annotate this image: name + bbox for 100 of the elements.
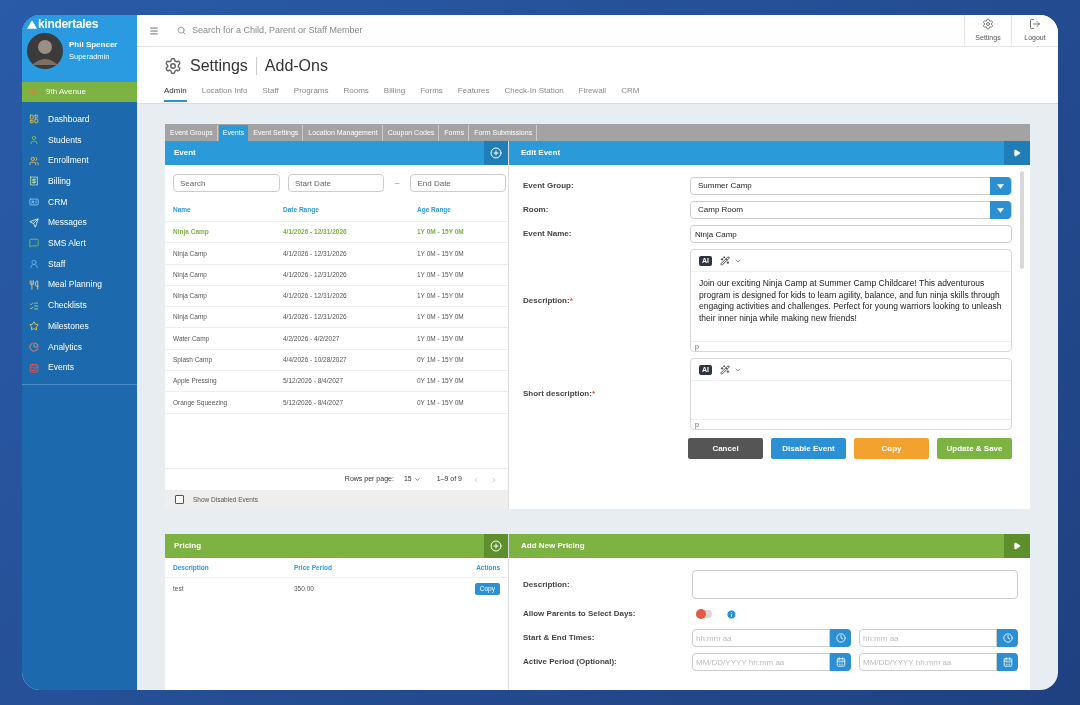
add-button[interactable] [484, 141, 508, 165]
nav-item[interactable]: Analytics [22, 336, 137, 358]
caret-icon [413, 476, 421, 483]
calendar-icon [835, 657, 846, 667]
settings-tab[interactable]: Forms [420, 85, 443, 102]
nav-item[interactable]: Messages [22, 212, 137, 234]
nav-icon [29, 217, 39, 228]
clock-button[interactable] [830, 629, 851, 647]
page-subtitle: Add-Ons [264, 56, 328, 76]
nav-icon [29, 176, 39, 187]
description-text: Join our exciting Ninja Camp at Summer Camp Childcare! This adventurous program is designed for kids to learn agility, balance, and fun ninja skills through engaging activities and challenges. Perfect for young warriors looking to unleash their inner ninja while making new friends! [699, 278, 1003, 324]
settings-tab[interactable]: Admin [164, 85, 187, 102]
calendar-button[interactable] [830, 653, 851, 671]
clock-icon [1002, 633, 1013, 643]
calendar-icon [1002, 657, 1013, 667]
nav-item[interactable]: Billing [22, 171, 137, 192]
settings-tab[interactable]: Rooms [343, 85, 369, 102]
nav-icon [29, 197, 39, 208]
logo-icon [27, 19, 37, 29]
nav-icon [29, 341, 39, 352]
nav-icon [29, 155, 39, 166]
nav-item[interactable]: Meal Planning [22, 274, 137, 296]
clock-button[interactable] [997, 629, 1018, 647]
plus-icon [490, 540, 502, 552]
panel-title: Event [173, 147, 197, 159]
nav-item[interactable]: Enrollment [22, 150, 137, 172]
text-field[interactable] [692, 570, 1018, 599]
dropdown-toggle[interactable] [990, 177, 1011, 195]
panel-title: Add New Pricing [520, 540, 586, 552]
brand-name: kindertales [38, 18, 99, 30]
field-label: Start & End Times: [523, 632, 596, 644]
avatar [27, 33, 63, 69]
nav-item[interactable]: SMS Alert [22, 233, 137, 254]
page-title: Settings [190, 56, 248, 76]
add-button[interactable] [484, 534, 508, 558]
nav-item[interactable]: Students [22, 129, 137, 151]
nav-item[interactable]: Checklists [22, 295, 137, 316]
nav-item[interactable]: Milestones [22, 315, 137, 337]
calendar-button[interactable] [997, 653, 1018, 671]
nav-item[interactable]: Dashboard [22, 109, 137, 130]
scrollbar[interactable] [1020, 171, 1024, 269]
rich-text-editor[interactable] [690, 249, 1012, 352]
settings-tab[interactable]: Staff [262, 85, 279, 102]
dropdown[interactable]: Camp Room [690, 201, 1012, 219]
disable-button[interactable]: Disable Event [771, 438, 846, 459]
magic-wand-icon[interactable] [720, 255, 730, 266]
end-date-field[interactable]: End Date [410, 174, 507, 192]
panel-title: Edit Event [520, 147, 562, 159]
user-name: Phil Spencer [69, 39, 118, 52]
nav-icon [29, 300, 39, 311]
field-label: Event Group: [523, 180, 575, 192]
date-separator: – [394, 177, 401, 189]
dropdown-toggle[interactable] [990, 201, 1011, 219]
field-label: Description:* [523, 294, 574, 307]
search-icon [177, 26, 186, 35]
clock-icon [835, 633, 846, 643]
magic-wand-icon[interactable] [720, 364, 730, 375]
checkbox[interactable] [175, 495, 184, 504]
field-label: Room: [523, 204, 550, 216]
play-icon [1013, 542, 1021, 550]
caret-icon [997, 183, 1004, 189]
search-input[interactable]: Search for a Child, Parent or Staff Member [192, 23, 964, 38]
caret-icon [997, 207, 1004, 213]
nav-icon [29, 238, 39, 249]
menu-icon[interactable] [149, 25, 159, 36]
dropdown[interactable]: Summer Camp [690, 177, 1012, 195]
text-field[interactable]: Ninja Camp [690, 225, 1012, 243]
gear-icon [164, 57, 182, 75]
panel-title: Pricing [173, 540, 203, 552]
logout-icon [1029, 17, 1041, 30]
nav-icon [29, 114, 39, 125]
settings-tab[interactable]: Firewall [578, 85, 607, 102]
field-label: Event Name: [523, 228, 573, 240]
nav-icon [29, 279, 39, 290]
settings-tab[interactable]: Location Info [201, 85, 248, 102]
settings-tab[interactable]: Check-In Station [504, 85, 564, 102]
nav-icon [29, 135, 39, 146]
nav-item[interactable]: Events [22, 357, 137, 378]
start-date-field[interactable]: Start Date [288, 174, 384, 192]
nav-icon [29, 259, 39, 270]
field-label: Short description:* [523, 388, 596, 400]
nav-icon [29, 321, 39, 332]
expand-button[interactable] [1004, 141, 1030, 165]
settings-tab[interactable]: Programs [293, 85, 329, 102]
nav-item[interactable]: CRM [22, 191, 137, 213]
nav-item[interactable]: Staff [22, 253, 137, 275]
info-icon[interactable] [726, 608, 737, 620]
plus-icon [490, 147, 502, 159]
field-label: Allow Parents to Select Days: [523, 608, 637, 620]
expand-button[interactable] [1004, 534, 1030, 558]
play-icon [1013, 149, 1021, 157]
nav-icon [29, 362, 39, 373]
cancel-button[interactable]: Cancel [688, 438, 763, 459]
search-field[interactable]: Search [173, 174, 280, 192]
settings-icon [982, 17, 994, 30]
toggle-switch[interactable] [696, 610, 712, 618]
settings-tab[interactable]: Billing [383, 85, 406, 102]
settings-tab[interactable]: CRM [621, 85, 640, 102]
field-label: Active Period (Optional): [523, 656, 618, 668]
settings-tab[interactable]: Features [457, 85, 490, 102]
